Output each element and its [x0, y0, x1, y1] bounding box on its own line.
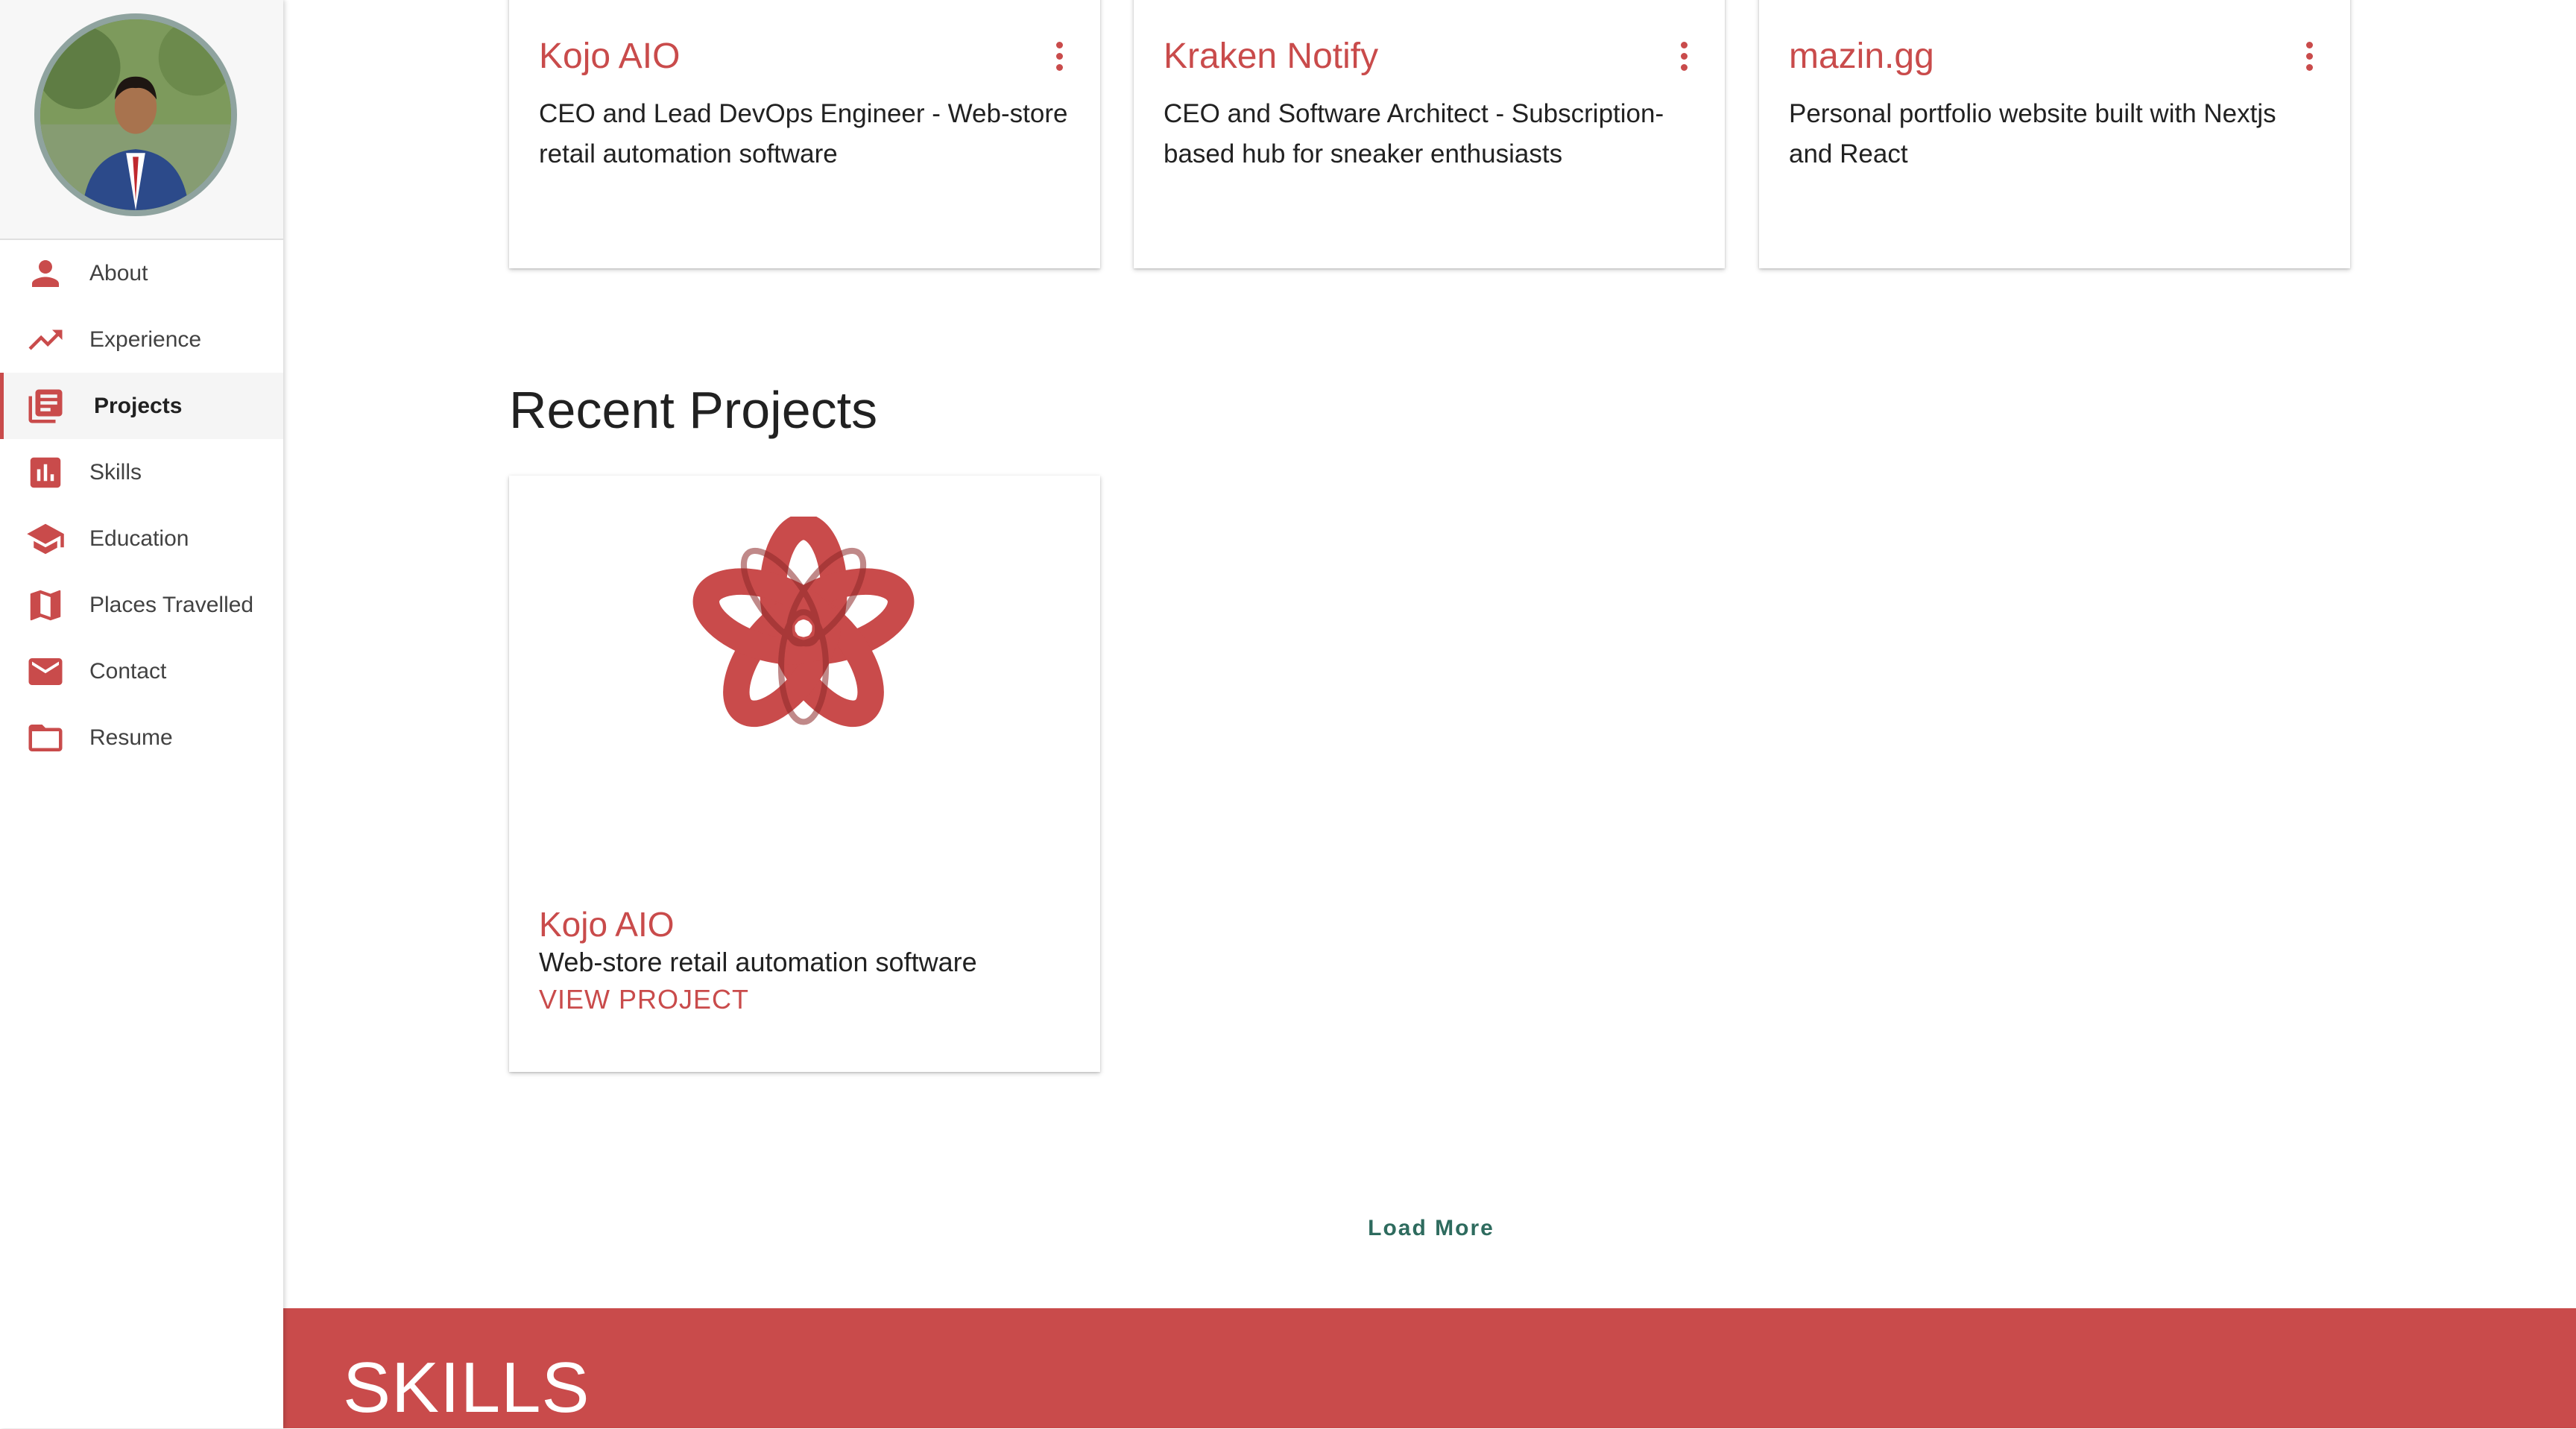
sidebar-item-projects[interactable]: Projects — [0, 373, 283, 439]
card-title[interactable]: mazin.gg — [1789, 36, 1934, 77]
more-vert-icon[interactable] — [2304, 42, 2314, 72]
project-title[interactable]: Kojo AIO — [539, 904, 675, 944]
sidebar-nav: About Experience Projects Skills Educati… — [0, 240, 283, 771]
section-heading: Recent Projects — [509, 381, 878, 439]
experience-card[interactable]: mazin.gg Personal portfolio website buil… — [1759, 0, 2350, 268]
school-icon — [25, 519, 66, 559]
sidebar-item-label: Resume — [89, 725, 173, 750]
experience-card[interactable]: Kojo AIO CEO and Lead DevOps Engineer - … — [509, 0, 1100, 268]
sidebar-item-experience[interactable]: Experience — [0, 306, 283, 373]
card-description: CEO and Lead DevOps Engineer - Web-store… — [539, 99, 1068, 168]
card-description: Personal portfolio website built with Ne… — [1789, 99, 2276, 168]
kojo-logo-icon — [692, 517, 915, 728]
load-more-button[interactable]: Load More — [1327, 1206, 1535, 1251]
experience-card[interactable]: Kraken Notify CEO and Software Architect… — [1134, 0, 1725, 268]
mail-icon — [25, 652, 66, 692]
sidebar-item-label: Experience — [89, 327, 202, 352]
sidebar-item-label: Education — [89, 526, 189, 551]
card-title[interactable]: Kraken Notify — [1164, 36, 1378, 77]
skills-section: SKILLS — [283, 1308, 2576, 1428]
bar-chart-icon — [25, 452, 66, 493]
sidebar-item-label: Places Travelled — [89, 592, 254, 617]
sidebar-item-label: Skills — [89, 459, 142, 485]
project-description: Web-store retail automation software — [539, 947, 977, 977]
avatar — [34, 13, 237, 216]
section-title-skills: SKILLS — [343, 1348, 590, 1428]
folder-icon — [25, 718, 66, 758]
project-card[interactable]: Kojo AIO Web-store retail automation sof… — [509, 476, 1100, 1072]
card-title[interactable]: Kojo AIO — [539, 36, 680, 77]
more-vert-icon[interactable] — [1679, 42, 1689, 72]
sidebar-item-label: About — [89, 260, 148, 286]
sidebar-item-resume[interactable]: Resume — [0, 704, 283, 771]
map-icon — [25, 585, 66, 625]
person-icon — [25, 253, 66, 294]
sidebar: About Experience Projects Skills Educati… — [0, 0, 283, 1428]
trending-up-icon — [25, 320, 66, 360]
sidebar-item-contact[interactable]: Contact — [0, 638, 283, 704]
view-project-link[interactable]: VIEW PROJECT — [539, 984, 749, 1015]
sidebar-item-education[interactable]: Education — [0, 505, 283, 572]
library-books-icon — [25, 386, 66, 426]
sidebar-item-label: Projects — [94, 393, 183, 418]
more-vert-icon[interactable] — [1054, 42, 1064, 72]
card-description: CEO and Software Architect - Subscriptio… — [1164, 99, 1664, 168]
sidebar-item-skills[interactable]: Skills — [0, 439, 283, 505]
profile-header — [0, 0, 283, 240]
sidebar-item-places-travelled[interactable]: Places Travelled — [0, 572, 283, 638]
sidebar-item-about[interactable]: About — [0, 240, 283, 306]
sidebar-item-label: Contact — [89, 658, 167, 684]
